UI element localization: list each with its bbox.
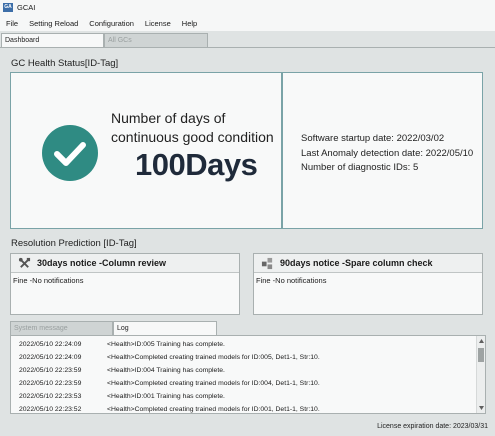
notice-90days-body: Fine -No notifications [256, 276, 327, 285]
log-message: <Health>Completed creating trained model… [107, 380, 320, 387]
notice-30days-body: Fine -No notifications [13, 276, 84, 285]
health-info: Software startup date: 2022/03/02 Last A… [301, 132, 473, 176]
log-scrollbar[interactable] [476, 336, 485, 413]
tab-all-gcs[interactable]: All GCs [104, 33, 208, 47]
tab-system-message[interactable]: System message [10, 321, 113, 335]
tab-log[interactable]: Log [113, 321, 217, 335]
tab-divider [0, 47, 495, 48]
anomaly-date-label: Last Anomaly detection date: [301, 147, 423, 159]
status-bar: License expiration date: 2023/03/31 [0, 420, 495, 436]
anomaly-date-row: Last Anomaly detection date: 2022/05/10 [301, 147, 473, 162]
menu-bar: File Setting Reload Configuration Licens… [0, 15, 495, 31]
notice-30days-panel: 30days notice -Column review Fine -No no… [10, 253, 240, 315]
parts-icon [261, 257, 273, 269]
startup-date-value: 2022/03/02 [396, 133, 445, 144]
log-row: 2022/05/10 22:23:52 <Health>Completed cre… [19, 406, 320, 413]
scroll-thumb[interactable] [478, 348, 484, 362]
diagnostic-ids-value: 5 [412, 162, 419, 173]
diagnostic-ids-row: Number of diagnostic IDs: 5 [301, 161, 473, 176]
window-title: GCAI [17, 3, 36, 12]
caption-line-1: Number of days of [111, 110, 226, 126]
good-condition-days: 100Days [135, 147, 258, 182]
log-panel[interactable]: 2022/05/10 22:24:09 <Health>ID:005 Traini… [10, 335, 486, 414]
tab-dashboard[interactable]: Dashboard [1, 33, 104, 47]
log-timestamp: 2022/05/10 22:24:09 [19, 354, 82, 361]
scroll-down-icon[interactable] [478, 405, 485, 411]
anomaly-date-value: 2022/05/10 [425, 147, 474, 159]
log-timestamp: 2022/05/10 22:23:53 [19, 393, 82, 400]
log-message: <Health>Completed creating trained model… [107, 354, 320, 361]
log-row: 2022/05/10 22:23:59 <Health>Completed cre… [19, 380, 320, 387]
log-message: <Health>Completed creating trained model… [107, 406, 320, 413]
log-timestamp: 2022/05/10 22:23:59 [19, 380, 82, 387]
caption-line-2: continuous good condition [111, 129, 274, 145]
log-message: <Health>ID:004 Training has complete. [107, 367, 225, 374]
log-row: 2022/05/10 22:24:09 <Health>ID:005 Traini… [19, 341, 225, 348]
startup-date-label: Software startup date: [301, 133, 394, 144]
log-message: <Health>ID:001 Training has complete. [107, 393, 225, 400]
menu-help[interactable]: Help [182, 19, 197, 28]
main-tabs: Dashboard All GCs [0, 33, 495, 47]
health-section-title: GC Health Status[ID-Tag] [11, 58, 119, 69]
menu-configuration[interactable]: Configuration [89, 19, 134, 28]
notice-90days-panel: 90days notice -Spare column check Fine -… [253, 253, 483, 315]
log-row: 2022/05/10 22:24:09 <Health>Completed cre… [19, 354, 320, 361]
scroll-up-icon[interactable] [478, 338, 485, 344]
notice-90days-title: 90days notice -Spare column check [280, 258, 433, 268]
health-status-panel: Number of days of continuous good condit… [10, 72, 483, 229]
log-row: 2022/05/10 22:23:59 <Health>ID:004 Traini… [19, 367, 225, 374]
log-message: <Health>ID:005 Training has complete. [107, 341, 225, 348]
health-panel-divider [281, 73, 283, 228]
menu-license[interactable]: License [145, 19, 171, 28]
tools-icon [18, 257, 31, 268]
log-row: 2022/05/10 22:23:53 <Health>ID:001 Traini… [19, 393, 225, 400]
diagnostic-ids-label: Number of diagnostic IDs: [301, 162, 411, 173]
notice-30days-title: 30days notice -Column review [37, 258, 167, 268]
license-expiration: License expiration date: 2023/03/31 [377, 423, 488, 430]
checkmark-icon [42, 125, 98, 181]
startup-date-row: Software startup date: 2022/03/02 [301, 132, 473, 147]
notice-90days-header: 90days notice -Spare column check [254, 254, 482, 273]
prediction-section-title: Resolution Prediction [ID-Tag] [11, 238, 137, 249]
log-timestamp: 2022/05/10 22:24:09 [19, 341, 82, 348]
title-bar: GA GCAI [0, 0, 495, 15]
log-timestamp: 2022/05/10 22:23:59 [19, 367, 82, 374]
good-condition-caption: Number of days of continuous good condit… [111, 109, 274, 147]
app-icon: GA [3, 3, 13, 12]
menu-file[interactable]: File [6, 19, 18, 28]
log-timestamp: 2022/05/10 22:23:52 [19, 406, 82, 413]
notice-30days-header: 30days notice -Column review [11, 254, 239, 273]
menu-setting-reload[interactable]: Setting Reload [29, 19, 78, 28]
